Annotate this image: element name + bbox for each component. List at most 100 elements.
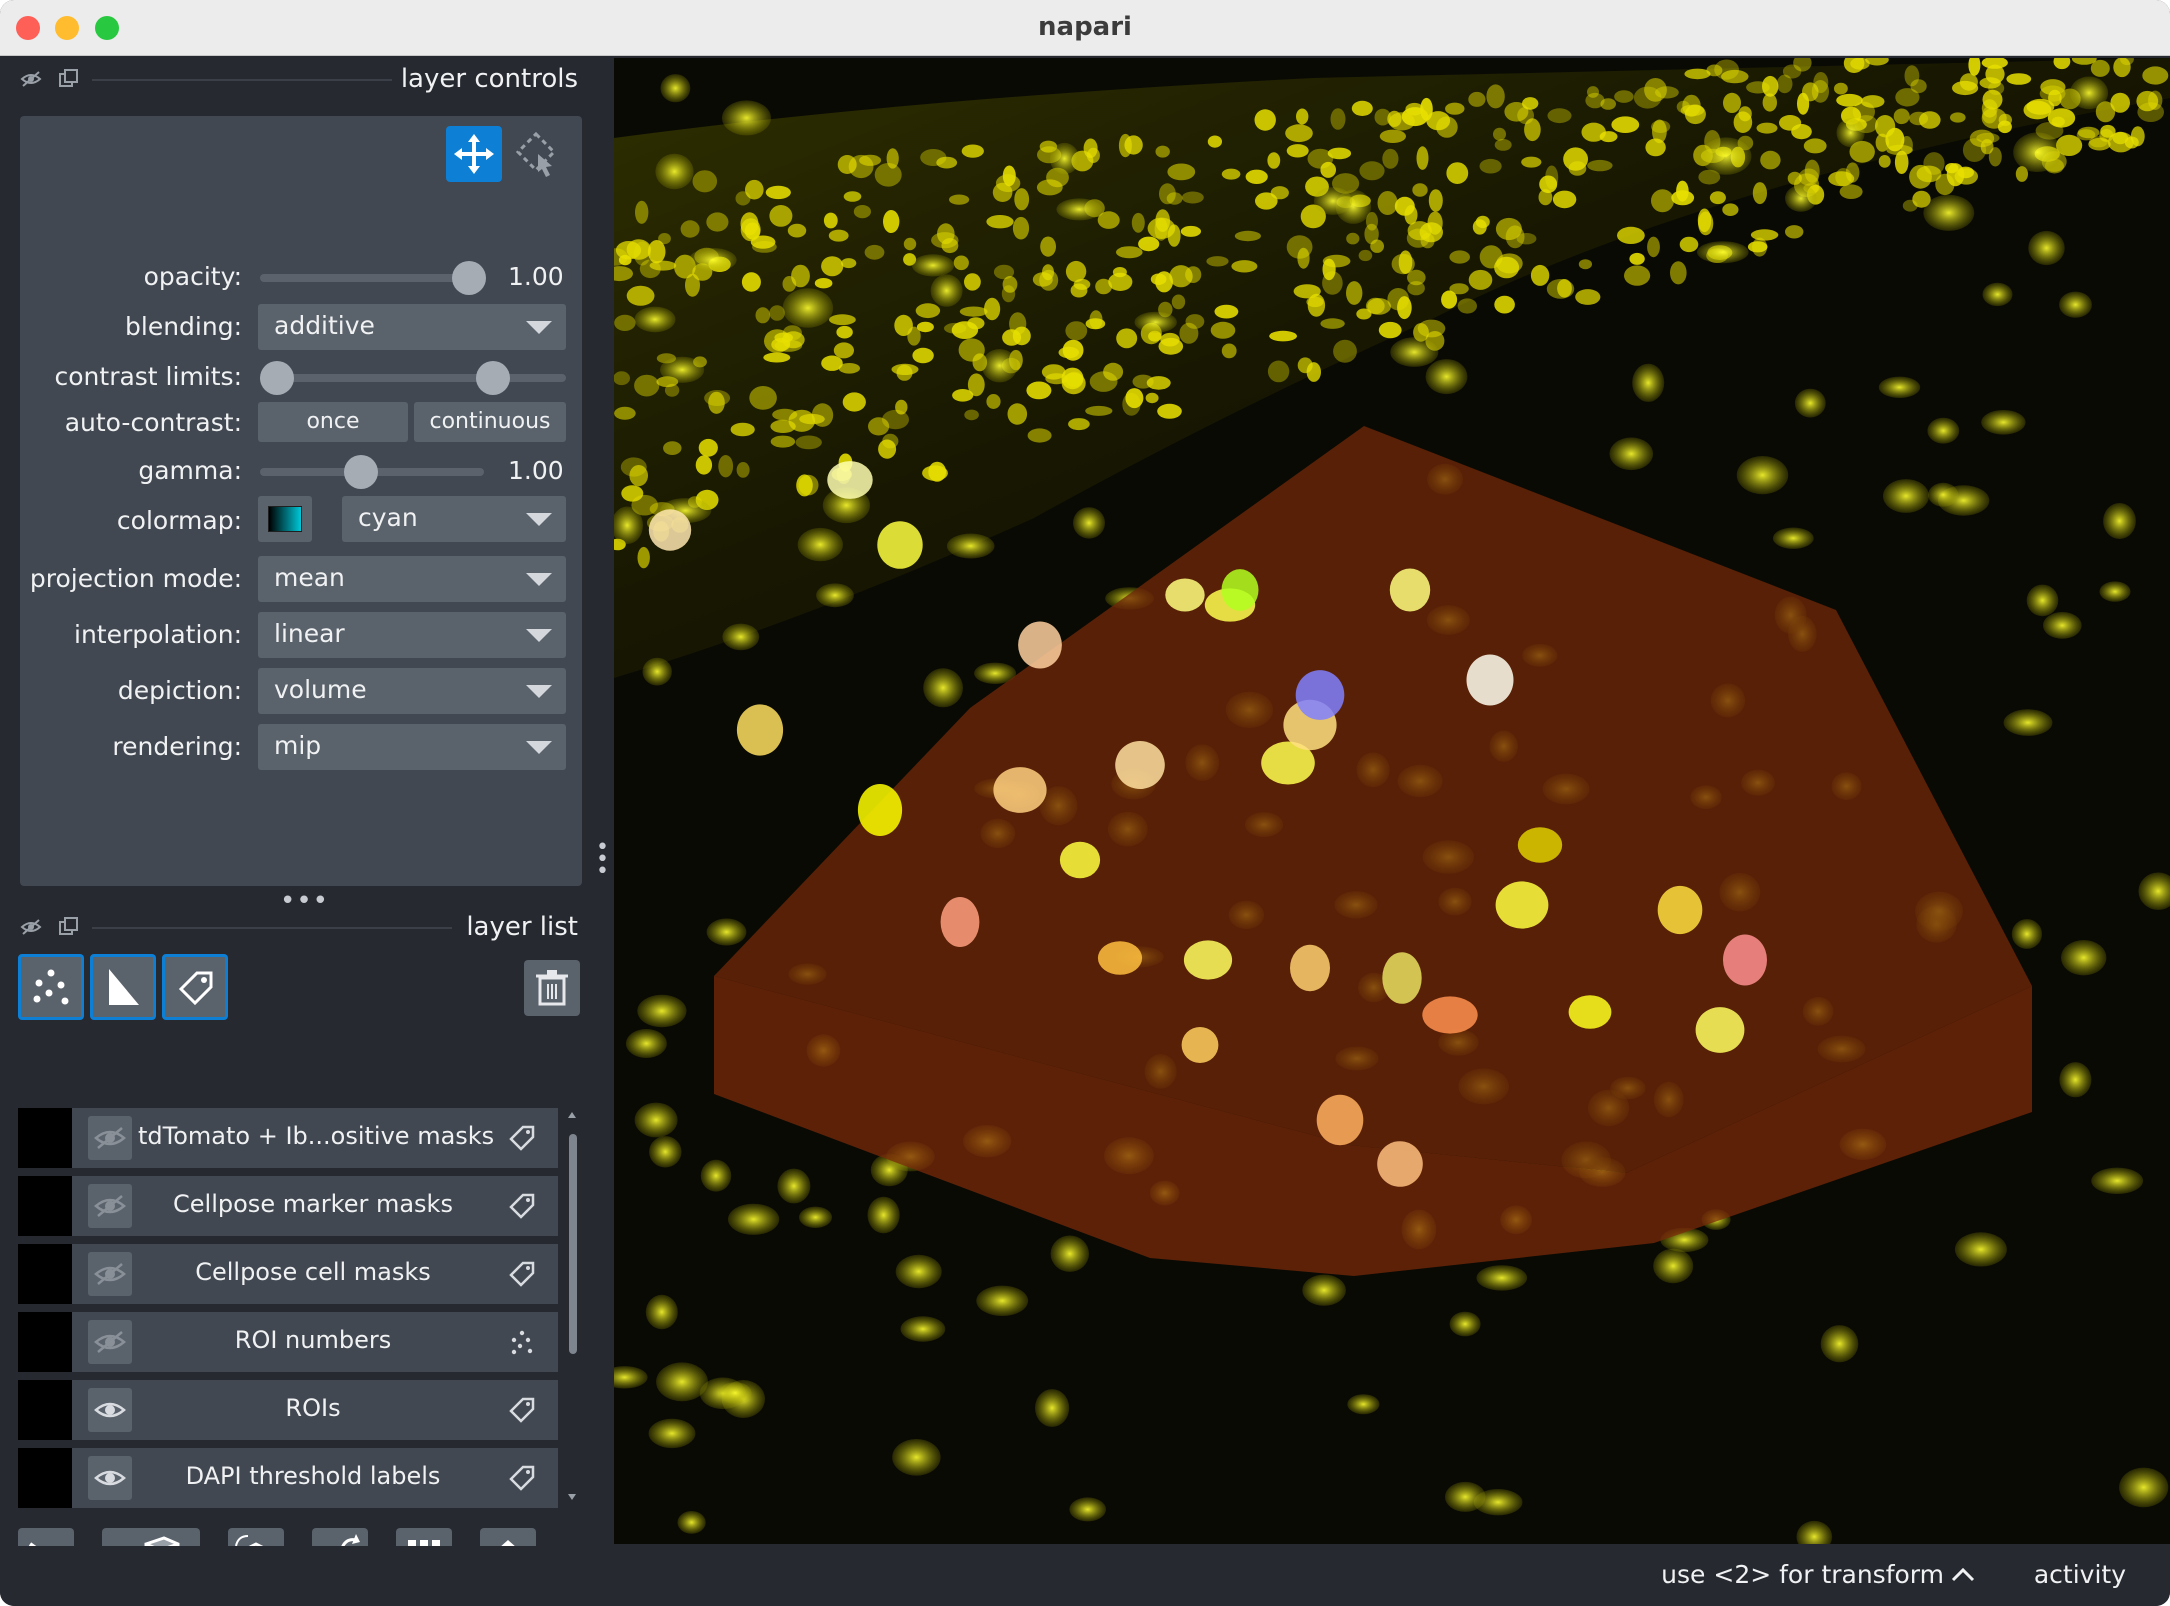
- label-icon: [509, 1465, 535, 1491]
- depiction-dropdown[interactable]: volume: [258, 668, 566, 714]
- eye-icon: [94, 1470, 126, 1486]
- auto-contrast-continuous-button[interactable]: continuous: [414, 402, 566, 442]
- nucleus: [658, 233, 671, 245]
- interpolation-dropdown[interactable]: linear: [258, 612, 566, 658]
- layer-controls-panel: opacity: 1.00 blending: additive contras…: [20, 116, 582, 886]
- nucleus: [1575, 289, 1601, 305]
- opacity-slider-handle[interactable]: [452, 261, 486, 295]
- depiction-label: depiction:: [117, 676, 242, 705]
- layer-row[interactable]: ROI numbers: [18, 1312, 558, 1372]
- chevron-up-icon[interactable]: [1950, 1564, 1976, 1586]
- nucleus: [1834, 82, 1848, 95]
- viewer-canvas[interactable]: [614, 58, 2170, 1544]
- layer-row[interactable]: Cellpose cell masks: [18, 1244, 558, 1304]
- nucleus: [1563, 147, 1588, 171]
- visibility-toggle[interactable]: [88, 1388, 132, 1432]
- nucleus: [740, 218, 761, 242]
- scrollbar-thumb[interactable]: [569, 1134, 577, 1354]
- nucleus: [886, 148, 899, 169]
- pan-zoom-button[interactable]: [446, 126, 502, 182]
- nucleus: [995, 174, 1021, 193]
- label-icon: [509, 1261, 535, 1287]
- nucleus: [1798, 168, 1819, 186]
- visibility-toggle[interactable]: [88, 1320, 132, 1364]
- contrast-limits-slider[interactable]: [260, 374, 566, 382]
- gamma-slider-handle[interactable]: [344, 455, 378, 489]
- nucleus: [2061, 940, 2107, 976]
- hide-eye-icon[interactable]: [20, 68, 42, 90]
- new-shapes-layer-button[interactable]: [90, 954, 156, 1020]
- nucleus: [1167, 224, 1181, 247]
- layer-row[interactable]: ROIs: [18, 1380, 558, 1440]
- nucleus: [1750, 229, 1779, 241]
- label-icon: [509, 1193, 535, 1219]
- nucleus: [741, 272, 761, 292]
- nucleus: [1166, 192, 1183, 205]
- contrast-high-handle[interactable]: [476, 361, 510, 395]
- dock-resize-handle[interactable]: • • •: [596, 837, 609, 883]
- nucleus: [698, 438, 718, 457]
- nucleus: [1617, 226, 1645, 244]
- projection-mode-dropdown[interactable]: mean: [258, 556, 566, 602]
- nucleus: [1721, 69, 1749, 84]
- blending-dropdown[interactable]: additive: [258, 304, 566, 350]
- nucleus: [1155, 271, 1173, 293]
- nucleus: [1391, 253, 1415, 275]
- nucleus: [1494, 295, 1515, 314]
- nucleus: [2043, 612, 2082, 639]
- nucleus: [614, 314, 636, 331]
- scroll-up-icon[interactable]: [565, 1108, 579, 1122]
- rendering-dropdown[interactable]: mip: [258, 724, 566, 770]
- nucleus: [2119, 1467, 2169, 1508]
- visibility-toggle[interactable]: [88, 1456, 132, 1500]
- delete-layer-button[interactable]: [524, 960, 580, 1016]
- visibility-toggle[interactable]: [88, 1184, 132, 1228]
- nucleus: [976, 1285, 1029, 1317]
- nucleus: [1155, 145, 1170, 158]
- activity-button[interactable]: activity: [2034, 1560, 2126, 1589]
- nucleus: [2059, 1062, 2092, 1098]
- nucleus: [922, 465, 948, 481]
- nucleus: [1112, 267, 1127, 278]
- blending-value: additive: [274, 311, 375, 340]
- nucleus: [1797, 92, 1810, 115]
- layer-row[interactable]: Cellpose marker masks: [18, 1176, 558, 1236]
- nucleus: [1171, 294, 1186, 310]
- nucleus: [797, 527, 843, 562]
- colormap-dropdown[interactable]: cyan: [342, 496, 566, 542]
- opacity-label: opacity:: [143, 262, 242, 291]
- layer-row[interactable]: DAPI threshold labels: [18, 1448, 558, 1508]
- nucleus: [736, 462, 750, 478]
- visibility-toggle[interactable]: [88, 1252, 132, 1296]
- float-panel-icon[interactable]: [58, 68, 80, 90]
- visibility-toggle[interactable]: [88, 1116, 132, 1160]
- header-divider: [92, 79, 392, 81]
- nucleus: [1893, 108, 1910, 125]
- layer-thumbnail: [18, 1108, 72, 1168]
- nucleus: [1796, 1520, 1833, 1544]
- nucleus: [1425, 359, 1468, 395]
- nucleus: [1632, 363, 1665, 402]
- layer-name: ROI numbers: [234, 1326, 392, 1354]
- nucleus: [2100, 124, 2116, 138]
- colormap-swatch-button[interactable]: [258, 496, 312, 542]
- nucleus: [1736, 456, 1789, 495]
- contrast-low-handle[interactable]: [260, 361, 294, 395]
- nucleus: [770, 419, 796, 433]
- nucleus: [912, 347, 934, 364]
- hide-eye-icon[interactable]: [20, 916, 42, 938]
- transform-button[interactable]: [508, 126, 564, 182]
- nucleus: [946, 533, 995, 559]
- nucleus: [1468, 91, 1486, 107]
- opacity-slider[interactable]: [260, 274, 484, 282]
- new-labels-layer-button[interactable]: [162, 954, 228, 1020]
- layer-row[interactable]: tdTomato + Ib...ositive masks: [18, 1108, 558, 1168]
- scroll-down-icon[interactable]: [565, 1490, 579, 1504]
- nucleus: [2026, 584, 2059, 617]
- auto-contrast-once-button[interactable]: once: [258, 402, 408, 442]
- float-panel-icon[interactable]: [58, 916, 80, 938]
- nucleus: [1387, 288, 1409, 311]
- new-points-layer-button[interactable]: [18, 954, 84, 1020]
- nucleus: [1587, 159, 1613, 172]
- layer-list-scrollbar[interactable]: [565, 1108, 579, 1504]
